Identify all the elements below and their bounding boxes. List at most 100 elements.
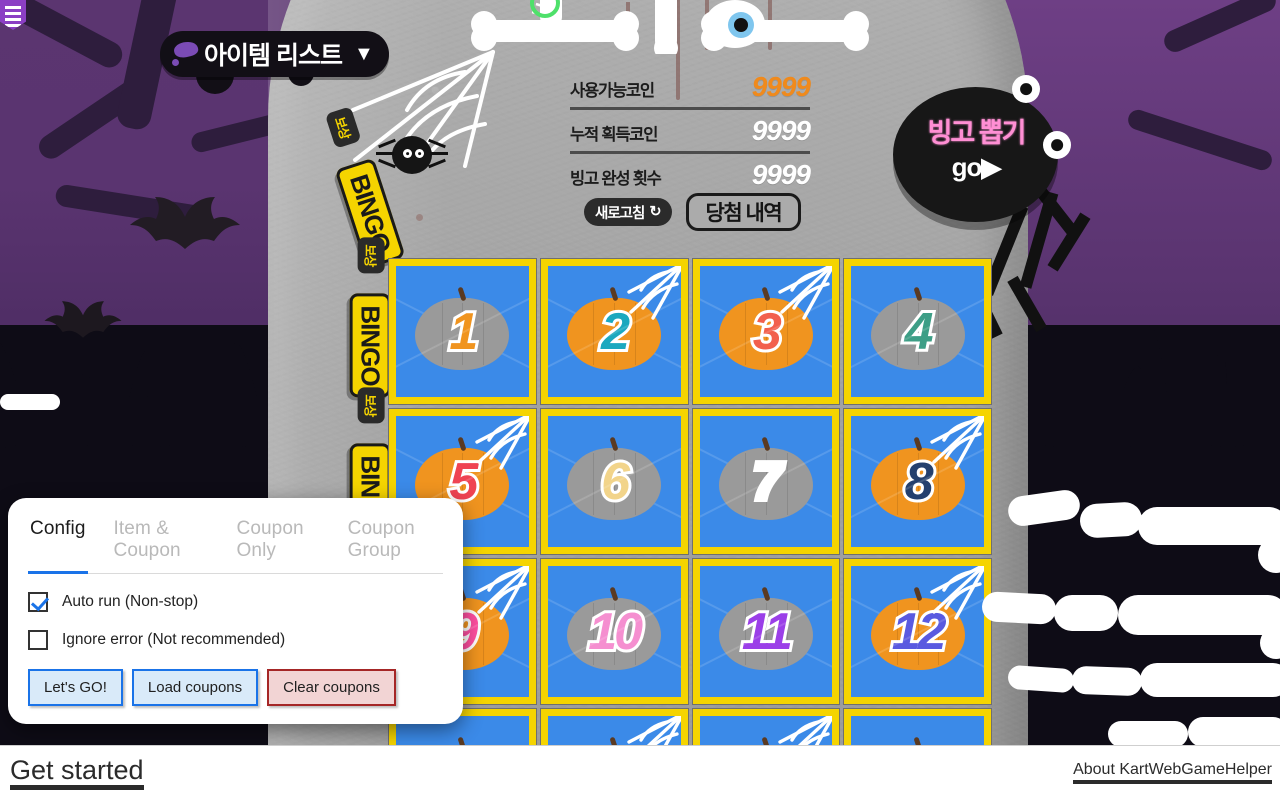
draw-button-label: 빙고 뽑기 bbox=[927, 118, 1027, 148]
bingo-cell-inner: 2 bbox=[547, 266, 681, 397]
bingo-cell-6[interactable]: 6 bbox=[539, 408, 689, 555]
checkbox-auto-run[interactable] bbox=[28, 592, 48, 612]
bingo-cell-8[interactable]: 8 bbox=[843, 408, 992, 555]
refresh-label: 새로고침 bbox=[595, 205, 645, 222]
bingo-cell-inner: 6 bbox=[547, 416, 681, 547]
bingo-cell-inner: 11 bbox=[699, 566, 833, 697]
bingo-draw-button[interactable]: 빙고 뽑기 go▶ bbox=[893, 75, 1123, 339]
bingo-cell-12[interactable]: 12 bbox=[843, 558, 992, 705]
bingo-cell-number: 8 bbox=[902, 452, 937, 511]
bingo-cell-10[interactable]: 10 bbox=[539, 558, 689, 705]
history-button[interactable]: 당첨 내역 bbox=[685, 193, 802, 231]
play-arrow-icon: ▶ bbox=[981, 152, 1001, 182]
reward-badge: 보상 bbox=[357, 237, 385, 274]
stat-row-total-coin: 누적 획득코인 9999 bbox=[570, 110, 811, 154]
spider-decoration bbox=[376, 134, 448, 176]
checkbox-ignore-error[interactable] bbox=[28, 630, 48, 650]
bingo-cell-number: 1 bbox=[446, 302, 481, 361]
bingo-cell-3[interactable]: 3 bbox=[691, 258, 841, 405]
bingo-cell-inner: 16 bbox=[851, 716, 984, 745]
bingo-cell-inner: 1 bbox=[396, 266, 529, 397]
tab-coupon-only[interactable]: Coupon Only bbox=[235, 516, 322, 574]
stat-value: 9999 bbox=[751, 71, 811, 102]
load-coupons-button[interactable]: Load coupons bbox=[131, 669, 259, 706]
spiderweb-icon bbox=[626, 716, 681, 745]
spiderweb-icon bbox=[930, 416, 984, 470]
spiderweb-icon bbox=[778, 266, 833, 320]
checkbox-label: Ignore error (Not recommended) bbox=[62, 631, 286, 648]
bingo-cell-number: 6 bbox=[598, 452, 633, 511]
bingo-cell-inner: 10 bbox=[547, 566, 681, 697]
spiderweb-icon bbox=[930, 566, 984, 620]
config-panel: Config Item & Coupon Coupon Only Coupon Gro… bbox=[8, 498, 463, 724]
spider-eye-icon bbox=[1043, 131, 1071, 159]
bingo-word: BINGO bbox=[349, 293, 391, 398]
bingo-cell-15[interactable]: 15 bbox=[691, 708, 841, 745]
get-started-link[interactable]: Get started bbox=[10, 756, 144, 791]
refresh-icon: ↻ bbox=[649, 204, 661, 220]
let-s-go-button[interactable]: Let's GO! bbox=[28, 669, 123, 706]
bingo-cell-2[interactable]: 2 bbox=[539, 258, 689, 405]
bone-on-ground bbox=[0, 394, 60, 410]
bingo-cell-inner: 4 bbox=[851, 266, 984, 397]
checkbox-label: Auto run (Non-stop) bbox=[62, 593, 199, 610]
bingo-grid: 1 2 3 4 5 6 7 8 10 11 12 bbox=[388, 258, 992, 745]
tab-item-coupon[interactable]: Item & Coupon bbox=[112, 516, 211, 574]
tab-config[interactable]: Config bbox=[28, 516, 88, 574]
stats-panel: 사용가능코인 9999 누적 획득코인 9999 빙고 완성 횟수 9999 bbox=[570, 66, 811, 195]
clear-coupons-button[interactable]: Clear coupons bbox=[267, 669, 396, 706]
config-tabs: Config Item & Coupon Coupon Only Coupon Gro… bbox=[28, 516, 443, 574]
skeleton-hand-decoration bbox=[982, 490, 1280, 745]
bingo-cell-11[interactable]: 11 bbox=[691, 558, 841, 705]
bingo-cell-inner: 14 bbox=[547, 716, 681, 745]
spiderweb-icon bbox=[475, 416, 529, 470]
app-root: 아이템 리스트 ▼ 사용가능코인 9999 누적 획득코인 9999 빙고 완성… bbox=[0, 0, 1280, 800]
stat-label: 누적 획득코인 bbox=[570, 126, 658, 144]
bingo-cell-inner: 8 bbox=[851, 416, 984, 547]
bingo-cell-16[interactable]: 16 bbox=[843, 708, 992, 745]
stats-actions: 새로고침 ↻ 당첨 내역 bbox=[584, 193, 802, 231]
checkbox-row: Auto run (Non-stop) bbox=[28, 592, 443, 612]
refresh-button[interactable]: 새로고침 ↻ bbox=[584, 198, 672, 226]
bingo-cell-inner: 15 bbox=[699, 716, 833, 745]
chevron-down-icon: ▼ bbox=[353, 43, 374, 65]
bingo-cell-number: 2 bbox=[598, 302, 633, 361]
bingo-reward-tag: 보상 BINGO bbox=[349, 237, 391, 398]
bingo-cell-number: 7 bbox=[750, 452, 785, 511]
bingo-cell-14[interactable]: 14 bbox=[539, 708, 689, 745]
bingo-cell-inner: 3 bbox=[699, 266, 833, 397]
bingo-cell-number: 3 bbox=[750, 302, 785, 361]
spider-eye-icon bbox=[1012, 75, 1040, 103]
checkbox-row: Ignore error (Not recommended) bbox=[28, 630, 443, 650]
footer-bar: Get started About KartWebGameHelper bbox=[0, 745, 1280, 800]
spiderweb-icon bbox=[778, 716, 833, 745]
bingo-cell-inner: 12 bbox=[851, 566, 984, 697]
bingo-cell-7[interactable]: 7 bbox=[691, 408, 841, 555]
stat-row-bingo-count: 빙고 완성 횟수 9999 bbox=[570, 154, 811, 195]
item-list-label: 아이템 리스트 bbox=[204, 42, 343, 70]
bingo-cell-4[interactable]: 4 bbox=[843, 258, 992, 405]
eyeball-decoration bbox=[705, 0, 765, 48]
bingo-cell-number: 4 bbox=[902, 302, 937, 361]
config-checkbox-list: Auto run (Non-stop) Ignore error (Not re… bbox=[28, 592, 443, 650]
bingo-cell-number: 11 bbox=[739, 602, 796, 661]
bingo-cell-number: 10 bbox=[585, 602, 646, 661]
draw-button-sub: go▶ bbox=[911, 152, 1041, 183]
spiderweb-icon bbox=[626, 266, 681, 320]
stat-label: 사용가능코인 bbox=[570, 82, 655, 100]
stat-row-available-coin: 사용가능코인 9999 bbox=[570, 66, 811, 110]
item-list-button[interactable]: 아이템 리스트 ▼ bbox=[160, 31, 389, 77]
bingo-cell-1[interactable]: 1 bbox=[388, 258, 537, 405]
spiderweb-icon bbox=[475, 566, 529, 620]
reward-badge: 보상 bbox=[357, 387, 385, 424]
stat-label: 빙고 완성 횟수 bbox=[570, 170, 662, 188]
bat-icon bbox=[130, 197, 240, 249]
bingo-cell-inner: 7 bbox=[699, 416, 833, 547]
stat-value: 9999 bbox=[751, 115, 811, 146]
about-link[interactable]: About KartWebGameHelper bbox=[1073, 761, 1272, 784]
tab-coupon-group[interactable]: Coupon Group bbox=[346, 516, 443, 574]
history-label: 당첨 내역 bbox=[705, 202, 783, 225]
stat-value: 9999 bbox=[751, 159, 811, 190]
draw-go-text: go bbox=[951, 152, 983, 182]
config-button-row: Let's GO! Load coupons Clear coupons bbox=[28, 669, 443, 706]
